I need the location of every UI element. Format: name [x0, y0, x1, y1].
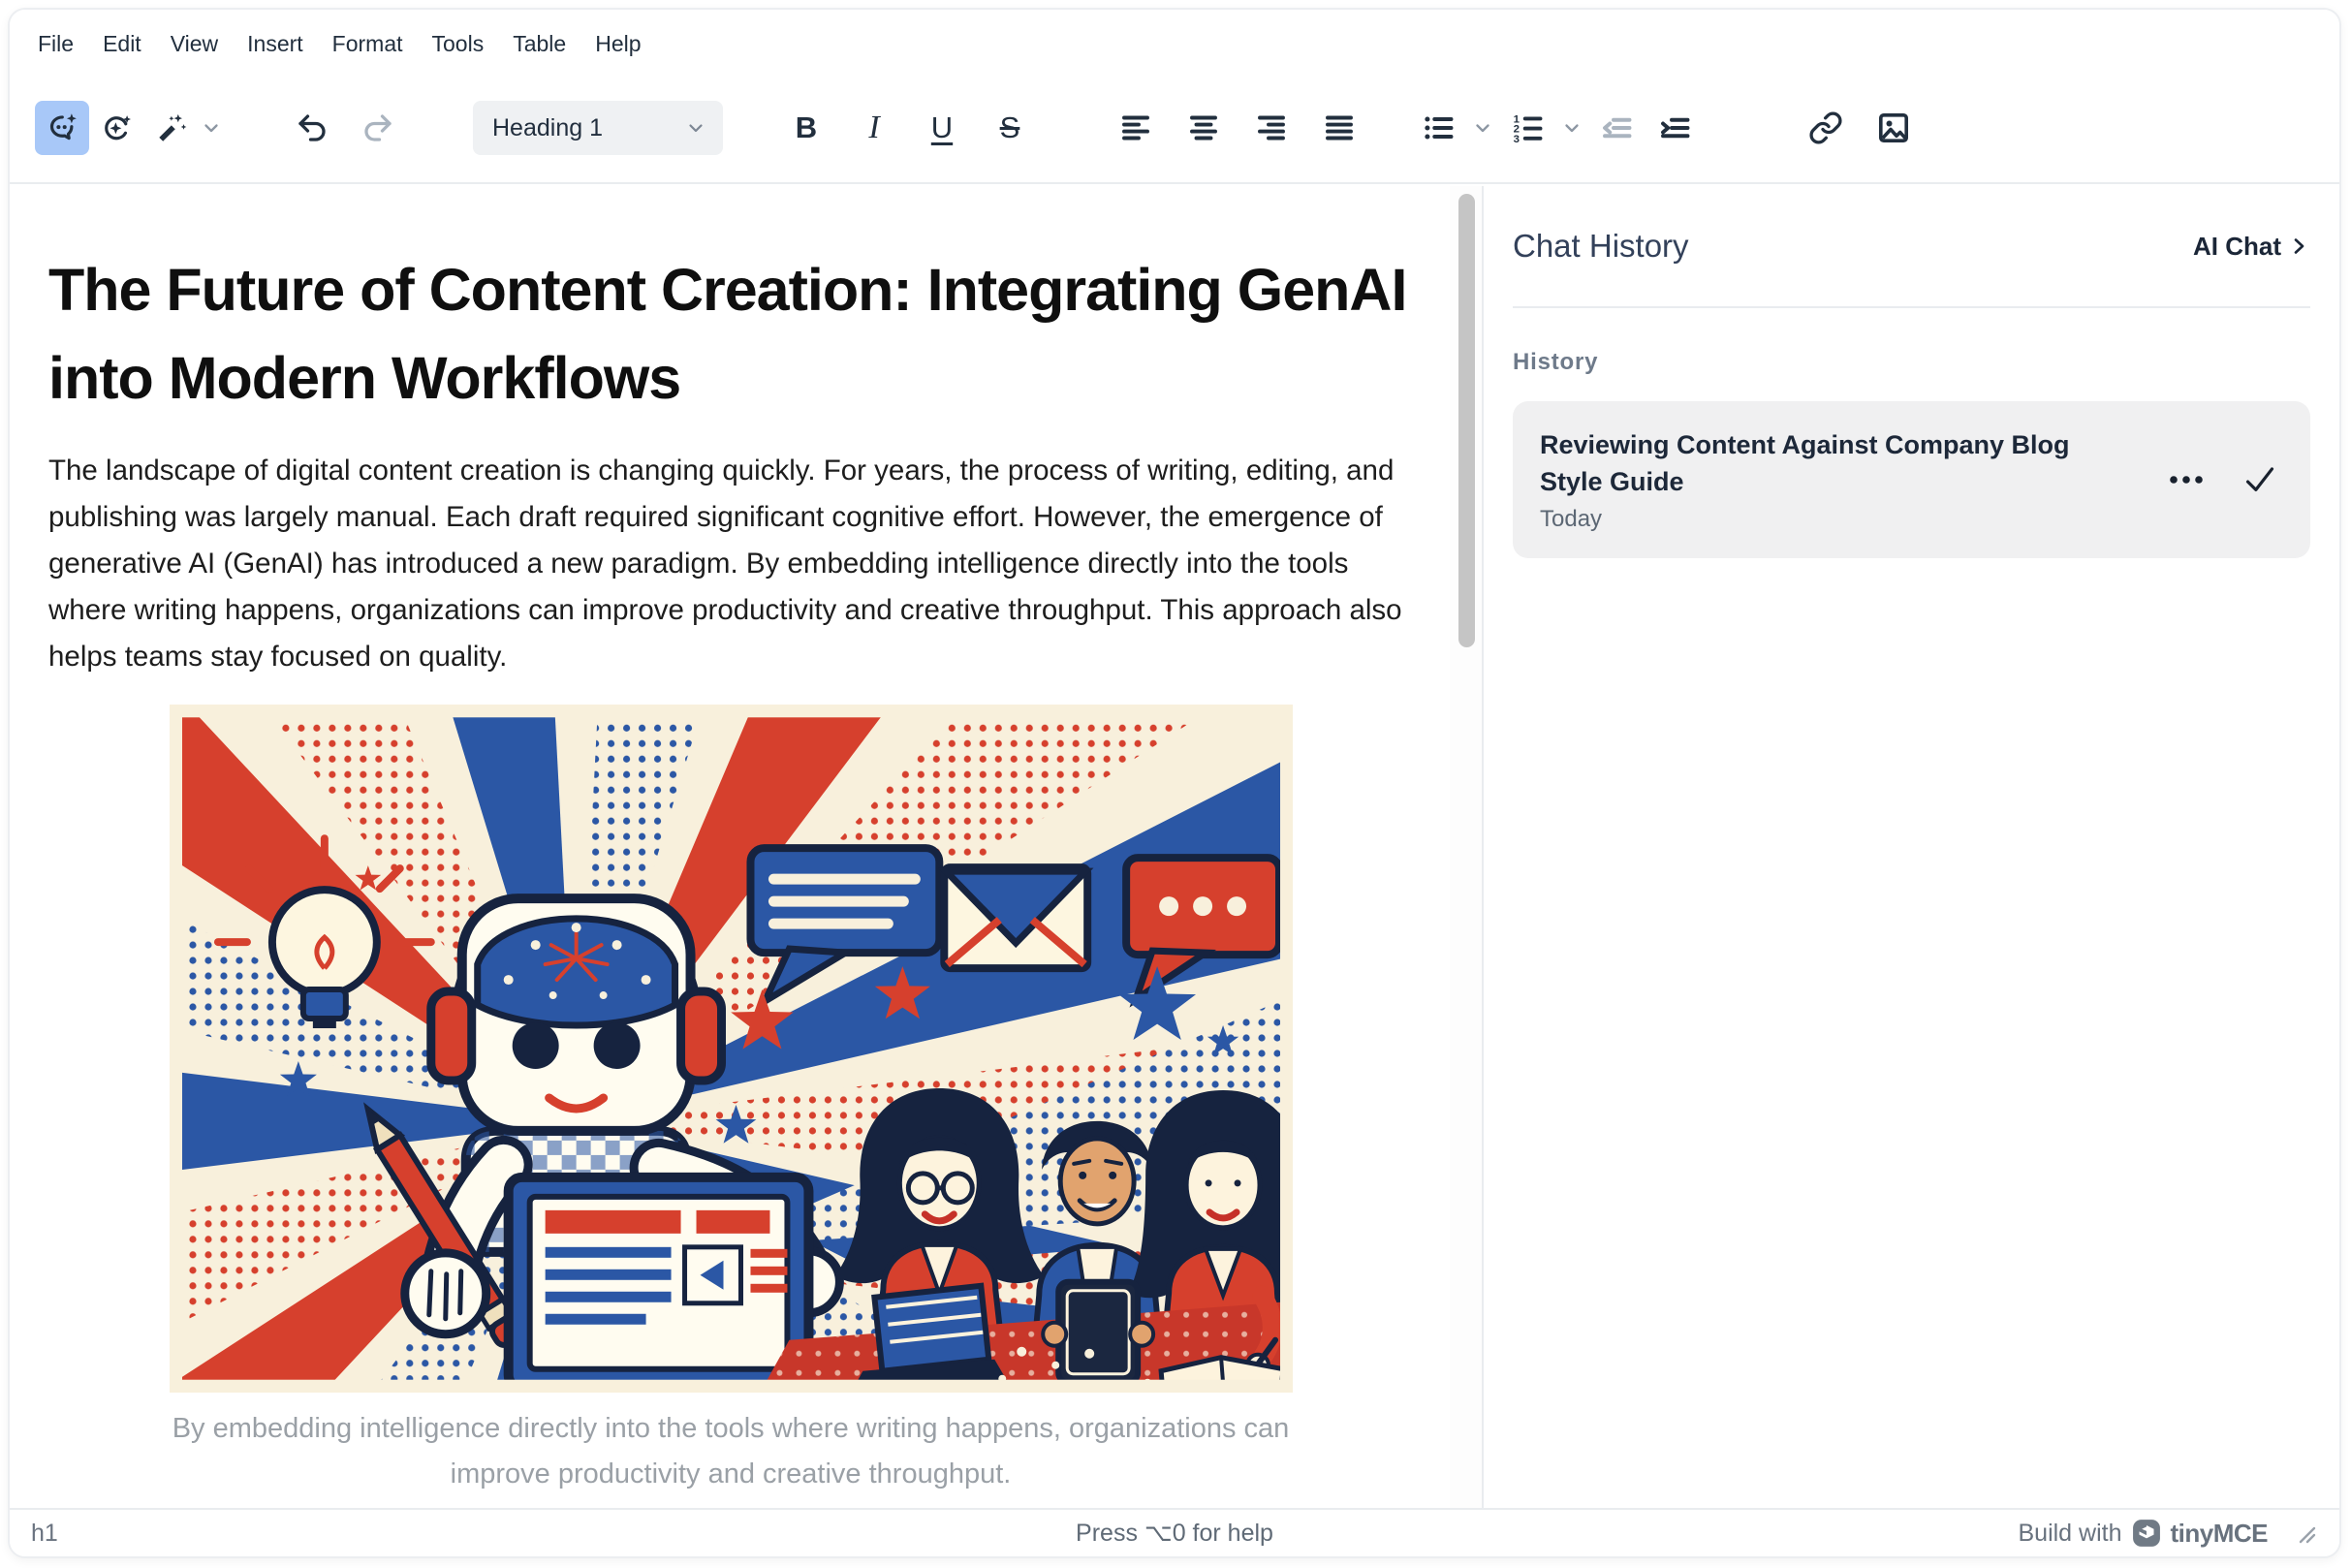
chevron-right-icon	[2287, 235, 2310, 258]
help-shortcut-text: Press ⌥0 for help	[10, 1519, 2339, 1548]
genai-collaboration-illustration	[170, 705, 1293, 1393]
chevron-down-icon	[1471, 116, 1494, 140]
check-icon[interactable]	[2242, 462, 2277, 497]
outdent-button[interactable]	[1589, 101, 1644, 155]
chat-history-item-title: Reviewing Content Against Company Blog S…	[1540, 426, 2121, 500]
indent-button[interactable]	[1647, 101, 1702, 155]
insert-link-button[interactable]	[1799, 101, 1853, 155]
ai-shortcuts-button[interactable]	[89, 101, 143, 155]
insert-image-button[interactable]	[1866, 101, 1921, 155]
menu-format[interactable]: Format	[318, 25, 418, 63]
branding-link[interactable]: Build with tinyMCE	[2019, 1519, 2319, 1549]
menu-table[interactable]: Table	[498, 25, 580, 63]
image-caption[interactable]: By embedding intelligence directly into …	[170, 1406, 1293, 1497]
chat-history-item[interactable]: Reviewing Content Against Company Blog S…	[1513, 401, 2310, 558]
align-right-icon	[1254, 110, 1289, 145]
align-right-button[interactable]	[1244, 101, 1299, 155]
menu-file[interactable]: File	[23, 25, 88, 63]
tinymce-logo-icon	[2132, 1519, 2161, 1548]
redo-icon	[360, 110, 395, 145]
menu-tools[interactable]: Tools	[418, 25, 499, 63]
branding-prefix: Build with	[2019, 1520, 2122, 1548]
align-left-button[interactable]	[1109, 101, 1163, 155]
menu-help[interactable]: Help	[580, 25, 655, 63]
menu-edit[interactable]: Edit	[88, 25, 156, 63]
history-section-label: History	[1513, 349, 2310, 376]
outdent-icon	[1599, 110, 1634, 145]
ai-chat-button[interactable]	[35, 101, 89, 155]
bold-icon: B	[796, 110, 817, 145]
bullet-list-dropdown-chevron[interactable]	[1469, 101, 1496, 155]
indent-icon	[1657, 110, 1692, 145]
document-paragraph[interactable]: The landscape of digital content creatio…	[48, 448, 1413, 680]
chat-history-sidebar: Chat History AI Chat History Reviewing C…	[1482, 186, 2339, 1508]
magic-wand-icon	[153, 110, 188, 145]
strikethrough-button[interactable]: S	[983, 101, 1037, 155]
ai-shortcuts-icon	[99, 110, 134, 145]
svg-text:3: 3	[1514, 134, 1520, 145]
editor-scrollbar	[1450, 186, 1482, 1508]
branding-name: tinyMCE	[2171, 1519, 2269, 1549]
format-select[interactable]: Heading 1	[473, 101, 723, 155]
redo-button[interactable]	[351, 101, 405, 155]
numbered-list-icon: 123	[1510, 110, 1545, 145]
status-bar: h1 Press ⌥0 for help Build with tinyMCE	[10, 1508, 2339, 1556]
bullet-list-icon	[1421, 110, 1456, 145]
align-left-icon	[1118, 110, 1153, 145]
toolbar: Heading 1 B I U S	[35, 101, 1921, 155]
menu-bar: File Edit View Insert Format Tools Table…	[23, 25, 656, 63]
ai-commands-dropdown-chevron[interactable]	[198, 101, 225, 155]
link-icon	[1808, 110, 1843, 145]
align-center-icon	[1186, 110, 1221, 145]
editor-header: File Edit View Insert Format Tools Table…	[10, 10, 2339, 184]
bold-button[interactable]: B	[779, 101, 833, 155]
undo-button[interactable]	[285, 101, 339, 155]
align-justify-icon	[1322, 110, 1357, 145]
chevron-down-icon	[684, 116, 707, 140]
resize-handle-icon[interactable]	[2293, 1521, 2318, 1546]
underline-icon: U	[931, 110, 953, 145]
more-options-icon[interactable]	[2165, 466, 2208, 493]
chat-history-item-date: Today	[1540, 506, 2165, 533]
editor-content-area[interactable]: The Future of Content Creation: Integrat…	[10, 186, 1450, 1508]
menu-insert[interactable]: Insert	[233, 25, 318, 63]
chevron-down-icon	[1560, 116, 1583, 140]
envelope-icon	[944, 867, 1087, 968]
tinymce-editor-window: File Edit View Insert Format Tools Table…	[8, 8, 2341, 1558]
chevron-down-icon	[200, 116, 223, 140]
align-center-button[interactable]	[1176, 101, 1231, 155]
format-select-value: Heading 1	[492, 114, 603, 142]
bullet-list-button[interactable]	[1411, 101, 1465, 155]
ai-chat-link[interactable]: AI Chat	[2193, 232, 2310, 262]
sidebar-header: Chat History AI Chat	[1513, 186, 2310, 308]
italic-button[interactable]: I	[847, 101, 901, 155]
numbered-list-button[interactable]: 123	[1500, 101, 1554, 155]
align-justify-button[interactable]	[1312, 101, 1366, 155]
content-figure[interactable]: By embedding intelligence directly into …	[170, 705, 1293, 1497]
undo-icon	[295, 110, 329, 145]
underline-button[interactable]: U	[915, 101, 969, 155]
image-icon	[1876, 110, 1911, 145]
numbered-list-dropdown-chevron[interactable]	[1558, 101, 1585, 155]
strikethrough-icon: S	[1000, 110, 1020, 145]
ai-commands-button[interactable]	[143, 101, 198, 155]
italic-icon: I	[868, 110, 879, 146]
sidebar-title: Chat History	[1513, 228, 1689, 265]
scrollbar-thumb[interactable]	[1458, 194, 1475, 647]
menu-view[interactable]: View	[156, 25, 233, 63]
document-heading[interactable]: The Future of Content Creation: Integrat…	[48, 246, 1413, 423]
ai-chat-icon	[45, 110, 79, 145]
ai-chat-link-label: AI Chat	[2193, 232, 2281, 262]
